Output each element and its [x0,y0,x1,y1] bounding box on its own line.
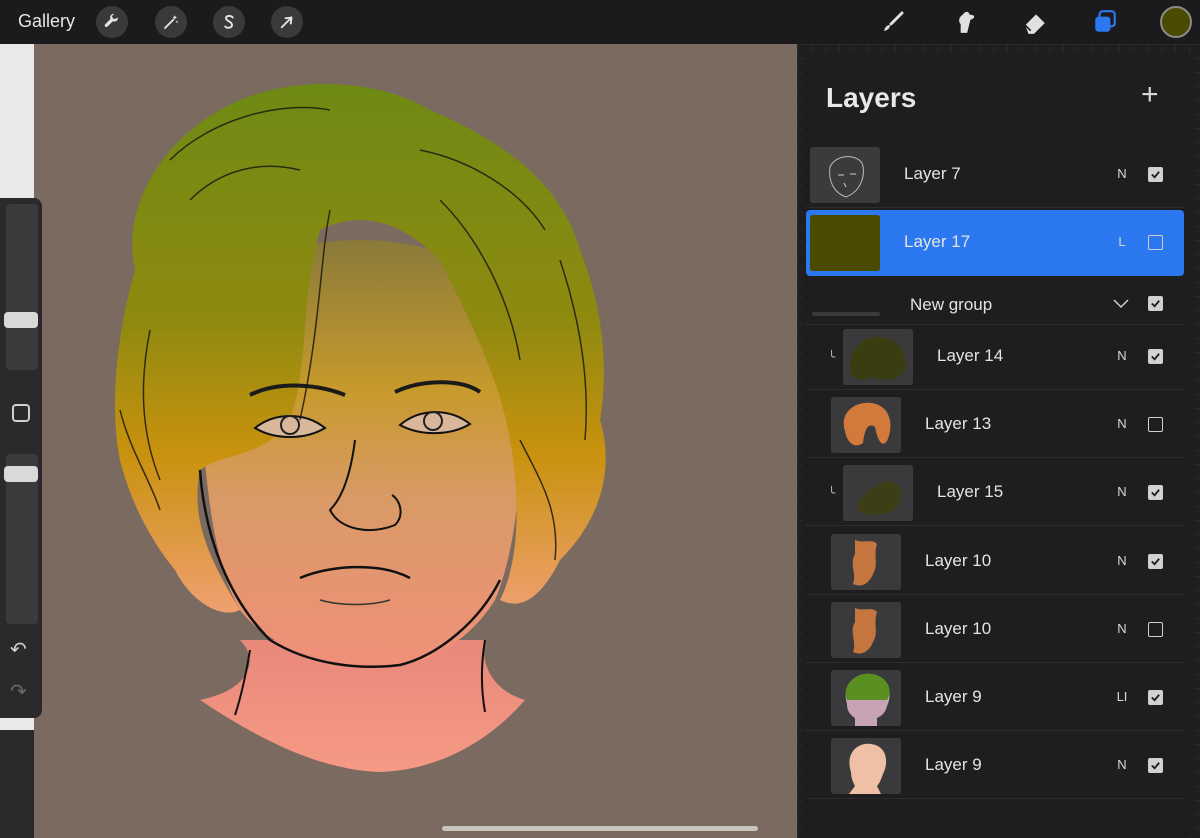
square-icon[interactable] [12,404,30,422]
brush-size-slider[interactable] [6,204,38,370]
layer-thumbnail [810,215,880,271]
redo-arrow-icon[interactable]: ↷ [10,682,27,702]
visibility-checkbox[interactable] [1148,554,1163,569]
layer-thumbnail [831,602,901,658]
visibility-checkbox[interactable] [1148,622,1163,637]
layer-row[interactable]: Layer 13 N [806,392,1184,458]
brush-sidebar: ↶ ↷ [0,198,42,718]
layer-row[interactable]: Layer 10 N [806,529,1184,595]
layer-name: Layer 13 [925,414,992,433]
blend-mode-button[interactable]: N [1112,553,1132,568]
layer-name: Layer 9 [925,755,982,774]
layer-group-row[interactable]: New group [806,281,1184,325]
blend-mode-button[interactable]: N [1112,757,1132,772]
layer-row[interactable]: Layer 7 N [806,142,1184,208]
chevron-down-icon[interactable] [1111,293,1131,313]
undo-arrow-icon[interactable]: ↶ [10,640,27,660]
visibility-checkbox[interactable] [1148,417,1163,432]
layers-panel-backdrop: Layers + Layer 7 N Layer 17 L New group ╰ Laye… [797,44,1200,838]
layer-thumbnail [843,329,913,385]
blend-mode-button[interactable]: L [1112,234,1132,249]
layer-row[interactable]: ╰ Layer 14 N [806,324,1184,390]
clipping-mask-icon: ╰ [828,350,836,364]
eraser-tool-button[interactable] [1020,7,1050,37]
paint-tool-button[interactable] [878,7,908,37]
smudge-icon [959,11,975,33]
brush-size-thumb[interactable] [4,312,38,328]
plus-icon[interactable]: + [1141,80,1159,110]
gallery-button[interactable]: Gallery [18,11,75,32]
eraser-icon [1024,14,1045,34]
clipping-mask-icon: ╰ [828,486,836,500]
color-picker-button[interactable] [1160,6,1192,38]
layer-row[interactable]: Layer 10 N [806,597,1184,663]
drawing-canvas[interactable] [0,0,797,838]
layer-name: New group [910,295,993,314]
visibility-checkbox[interactable] [1148,690,1163,705]
layer-row[interactable]: ╰ Layer 15 N [806,460,1184,526]
layer-thumbnail [810,147,880,203]
layers-button[interactable] [1090,7,1120,37]
layer-row[interactable]: Layer 9 LI [806,665,1184,731]
layer-row[interactable]: Layer 9 N [806,733,1184,799]
brush-icon [884,11,904,31]
visibility-checkbox[interactable] [1148,485,1163,500]
arrow-cursor-icon [280,16,293,29]
layer-thumbnail [831,534,901,590]
layers-title: Layers [826,82,917,113]
smudge-tool-button[interactable] [950,7,980,37]
visibility-checkbox[interactable] [1148,167,1163,182]
actions-button[interactable] [96,6,128,38]
opacity-thumb[interactable] [4,466,38,483]
layer-row[interactable]: Layer 17 L [806,210,1184,276]
layer-thumbnail [831,397,901,453]
blend-mode-button[interactable]: N [1112,348,1132,363]
top-toolbar: Gallery [0,0,1200,44]
portrait-artwork[interactable] [34,44,797,838]
layers-icon [1095,10,1116,32]
blend-mode-button[interactable]: N [1112,416,1132,431]
selection-button[interactable] [213,6,245,38]
magic-wand-icon [164,15,179,29]
layer-name: Layer 10 [925,619,992,638]
canvas-edge-dark [0,730,34,838]
layer-thumbnail [843,465,913,521]
layer-name: Layer 7 [904,164,961,183]
blend-mode-button[interactable]: N [1112,484,1132,499]
layers-panel: Layers + Layer 7 N Layer 17 L New group ╰ Laye… [803,52,1195,838]
visibility-checkbox[interactable] [1148,758,1163,773]
layer-name: Layer 15 [937,482,1004,501]
wrench-icon [104,13,119,27]
layer-name: Layer 17 [904,232,971,251]
selection-s-icon [224,14,234,29]
layer-thumbnail [831,738,901,794]
adjustments-button[interactable] [155,6,187,38]
blend-mode-button[interactable]: N [1112,166,1132,181]
layer-name: Layer 14 [937,346,1004,365]
transform-button[interactable] [271,6,303,38]
layer-name: Layer 9 [925,687,982,706]
layer-thumbnail [831,670,901,726]
home-indicator [442,826,758,831]
visibility-checkbox[interactable] [1148,296,1163,311]
visibility-checkbox[interactable] [1148,349,1163,364]
visibility-checkbox[interactable] [1148,235,1163,250]
group-indicator [812,312,880,316]
blend-mode-button[interactable]: LI [1112,689,1132,704]
blend-mode-button[interactable]: N [1112,621,1132,636]
layer-name: Layer 10 [925,551,992,570]
